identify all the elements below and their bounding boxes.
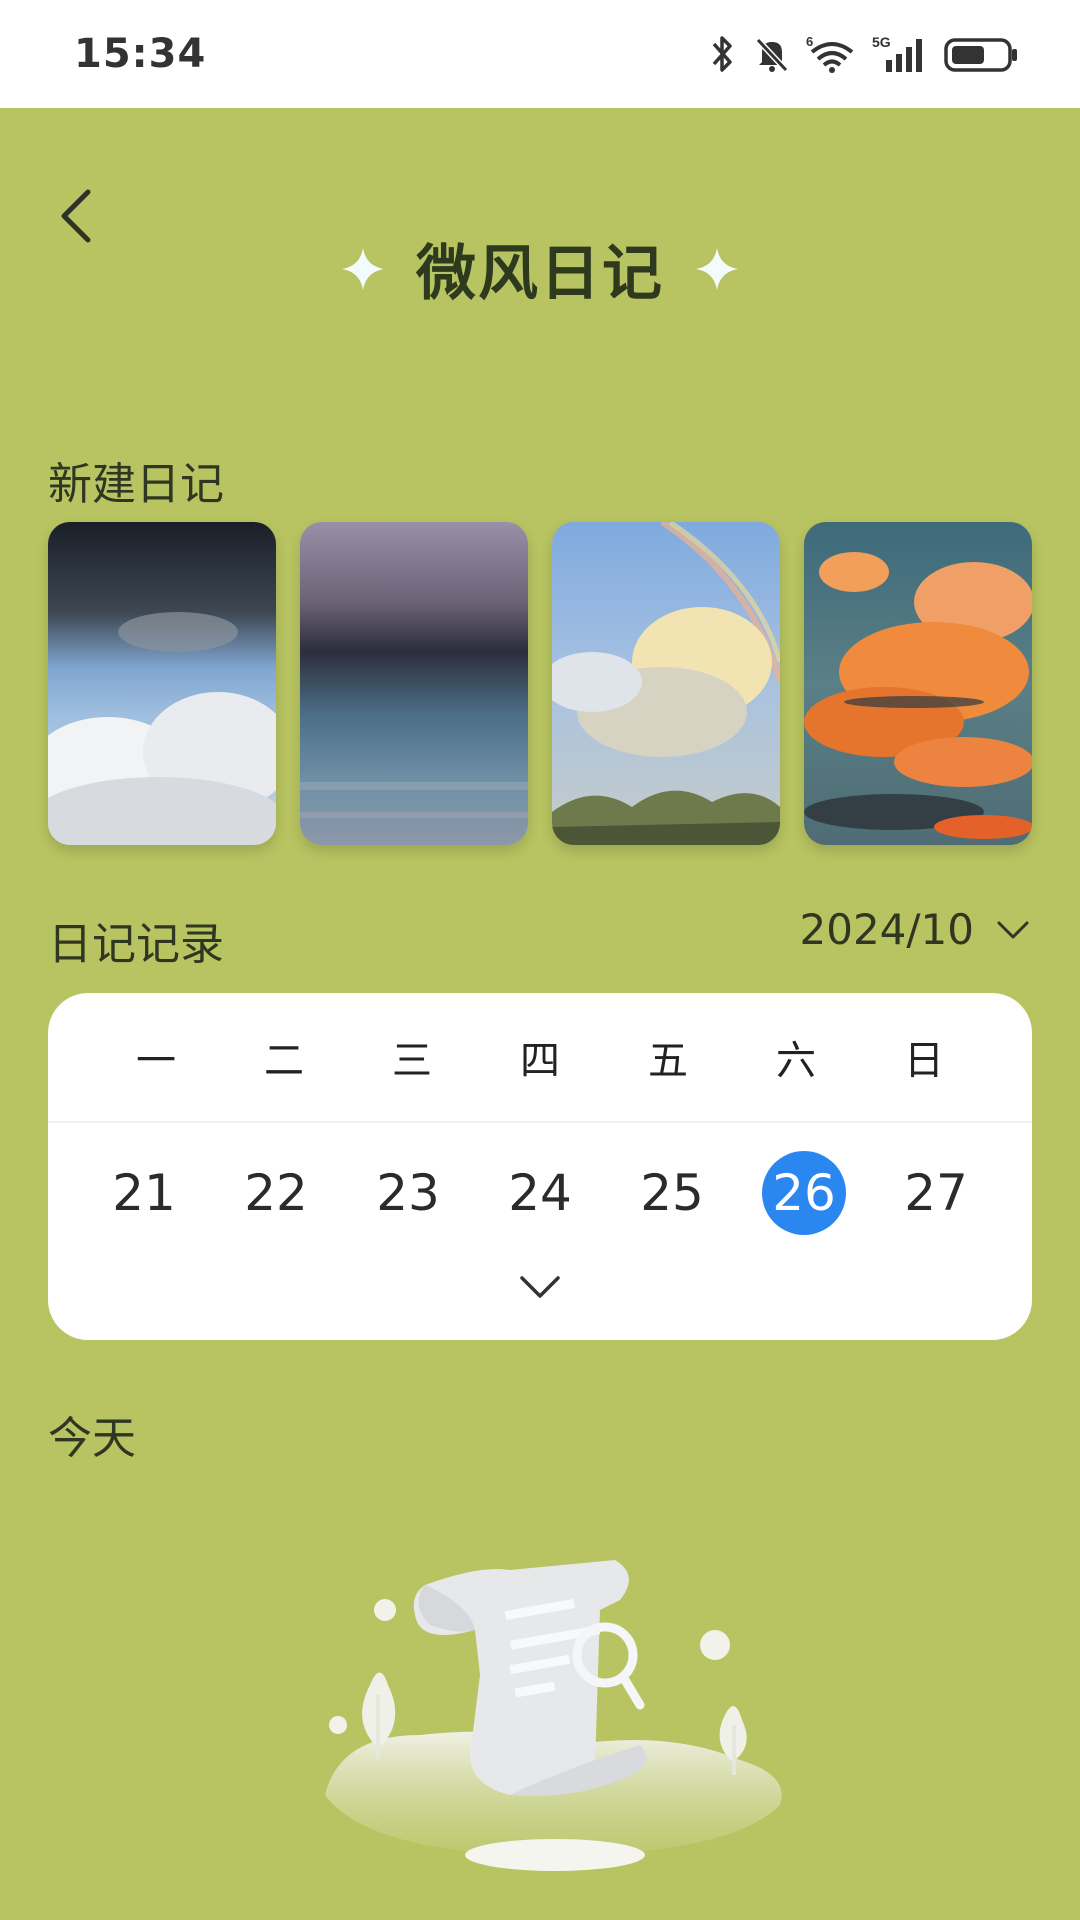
svg-text:6: 6 xyxy=(806,34,813,49)
expand-calendar-button[interactable] xyxy=(510,1268,570,1308)
calendar-day[interactable]: 21 xyxy=(78,1151,210,1235)
calendar-card: 一 二 三 四 五 六 日 21 22 23 24 25 26 27 xyxy=(48,993,1032,1340)
status-time: 15:34 xyxy=(74,31,207,77)
month-selector[interactable]: 2024/10 xyxy=(800,905,1030,954)
weekday-label: 日 xyxy=(904,1038,944,1084)
status-bar: 15:34 6 5G xyxy=(0,0,1080,108)
status-icons: 6 5G xyxy=(708,34,1020,74)
signal-5g-icon: 5G xyxy=(872,34,922,72)
bluetooth-icon xyxy=(712,36,732,72)
diary-records-label: 日记记录 xyxy=(48,919,224,970)
weekday-label: 四 xyxy=(520,1038,560,1084)
calendar-day[interactable]: 27 xyxy=(870,1151,1002,1235)
chevron-down-icon xyxy=(997,921,1029,938)
background-sunset-clouds[interactable] xyxy=(804,522,1032,845)
background-stormy-sky[interactable] xyxy=(48,522,276,845)
sparkle-icon xyxy=(696,247,738,290)
page-title: 微风日记 xyxy=(416,239,664,309)
day-number: 21 xyxy=(112,1164,176,1222)
bell-muted-icon xyxy=(755,37,789,73)
day-number: 27 xyxy=(904,1164,968,1222)
sparkle-icon xyxy=(342,247,384,290)
calendar-day[interactable]: 25 xyxy=(606,1151,738,1235)
weekday-label: 五 xyxy=(648,1038,688,1084)
day-number: 23 xyxy=(376,1164,440,1222)
background-rainbow-clouds[interactable] xyxy=(552,522,780,845)
weekday-label: 六 xyxy=(776,1038,816,1084)
month-value: 2024/10 xyxy=(799,905,974,954)
empty-state-illustration xyxy=(325,1560,782,1871)
weekday-label: 二 xyxy=(264,1038,304,1084)
weekday-row: 一 二 三 四 五 六 日 xyxy=(48,993,1032,1123)
battery-icon xyxy=(944,38,1017,72)
day-number: 24 xyxy=(508,1164,572,1222)
day-row: 21 22 23 24 25 26 27 xyxy=(48,1138,1032,1248)
chevron-down-icon xyxy=(520,1276,560,1298)
weekday-label: 三 xyxy=(392,1038,432,1084)
day-number: 25 xyxy=(640,1164,704,1222)
day-number: 22 xyxy=(244,1164,308,1222)
svg-text:5G: 5G xyxy=(872,34,891,50)
header: 微风日记 xyxy=(0,225,1080,312)
diary-background-list xyxy=(48,522,1032,845)
calendar-day[interactable]: 24 xyxy=(474,1151,606,1235)
day-number: 26 xyxy=(762,1151,846,1235)
background-misty-blue[interactable] xyxy=(300,522,528,845)
weekday-label: 一 xyxy=(136,1038,176,1084)
wifi-6-icon: 6 xyxy=(806,34,854,73)
today-label: 今天 xyxy=(48,1413,136,1464)
calendar-day[interactable]: 23 xyxy=(342,1151,474,1235)
new-diary-label: 新建日记 xyxy=(48,459,224,510)
calendar-day-selected[interactable]: 26 xyxy=(738,1151,870,1235)
calendar-day[interactable]: 22 xyxy=(210,1151,342,1235)
